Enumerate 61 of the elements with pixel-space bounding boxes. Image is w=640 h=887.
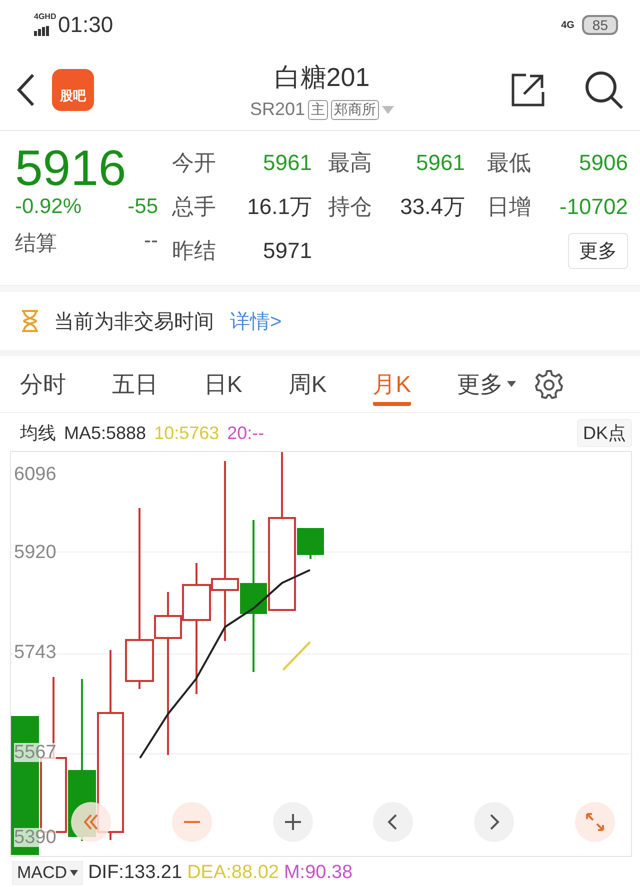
indicator-dropdown[interactable]: MACD: [12, 861, 84, 885]
macd-value: M:90.38: [284, 862, 353, 884]
previous-button[interactable]: [373, 802, 414, 842]
macd-value: DIF:133.21: [88, 862, 182, 884]
stat-label: 最高: [327, 149, 373, 177]
dk-button[interactable]: DK点: [576, 419, 632, 447]
period-tab[interactable]: 分时: [20, 362, 66, 406]
period-tab[interactable]: 更多: [457, 362, 516, 406]
ma-value: 10:5763: [154, 422, 220, 444]
battery-level: 85: [582, 15, 618, 35]
period-tab[interactable]: 月K: [372, 362, 412, 406]
network-label: 4G: [561, 20, 574, 30]
notice-text: 当前为非交易时间: [54, 310, 214, 334]
stat-value: 33.4万: [399, 193, 465, 221]
expand-icon: [584, 812, 605, 832]
stat-label: 结算: [15, 231, 57, 257]
status-time: 01:30: [58, 12, 114, 38]
stat-value: -10702: [558, 194, 628, 220]
plus-icon: [284, 813, 302, 831]
last-price: 5916: [15, 141, 128, 195]
minus-icon: [182, 821, 201, 823]
double-chevron-icon: [82, 813, 100, 831]
legend-label: 均线: [20, 422, 56, 445]
exchange-tag: 郑商所: [331, 100, 380, 120]
details-link[interactable]: 详情>: [230, 308, 282, 334]
fullscreen-button[interactable]: [574, 802, 615, 842]
ma-value: MA5:5888: [64, 422, 146, 444]
caret-icon: [70, 870, 78, 876]
stat-label: 日增: [486, 193, 532, 221]
change-value: -55: [128, 195, 158, 219]
stat-value: --: [144, 229, 158, 254]
period-tab[interactable]: 周K: [288, 362, 327, 406]
stat-value: 5971: [262, 238, 312, 264]
stat-value: 5961: [262, 150, 312, 176]
search-icon[interactable]: [584, 70, 624, 110]
settings-icon[interactable]: [534, 369, 564, 399]
stat-label: 持仓: [327, 193, 373, 221]
more-button[interactable]: 更多: [568, 233, 628, 269]
instrument-title: 白糖201: [274, 61, 370, 94]
macd-value: DEA:88.02: [187, 862, 279, 884]
stat-label: 昨结: [172, 237, 217, 265]
stat-value: 16.1万: [246, 193, 312, 221]
exchange-tag: 主: [308, 100, 328, 120]
ma-value: 20:--: [227, 422, 264, 444]
stat-label: 总手: [172, 193, 217, 221]
back-icon[interactable]: [16, 73, 36, 107]
hourglass-icon: [20, 309, 40, 333]
network-label: 4GHD: [34, 12, 56, 21]
signal-icon: [34, 26, 50, 36]
period-tab[interactable]: 五日: [112, 362, 158, 406]
stat-label: 今开: [172, 149, 217, 177]
next-button[interactable]: [474, 802, 514, 842]
share-icon[interactable]: [510, 72, 546, 108]
stat-label: 最低: [486, 149, 532, 177]
axis-label: 5567: [14, 743, 56, 762]
zoom-in-button[interactable]: [272, 802, 313, 842]
stat-value: 5906: [578, 150, 628, 176]
stat-value: 5961: [415, 150, 465, 176]
instrument-code: SR201: [250, 99, 306, 120]
period-tab[interactable]: 日K: [204, 362, 242, 406]
change-percent: -0.92%: [15, 195, 82, 219]
